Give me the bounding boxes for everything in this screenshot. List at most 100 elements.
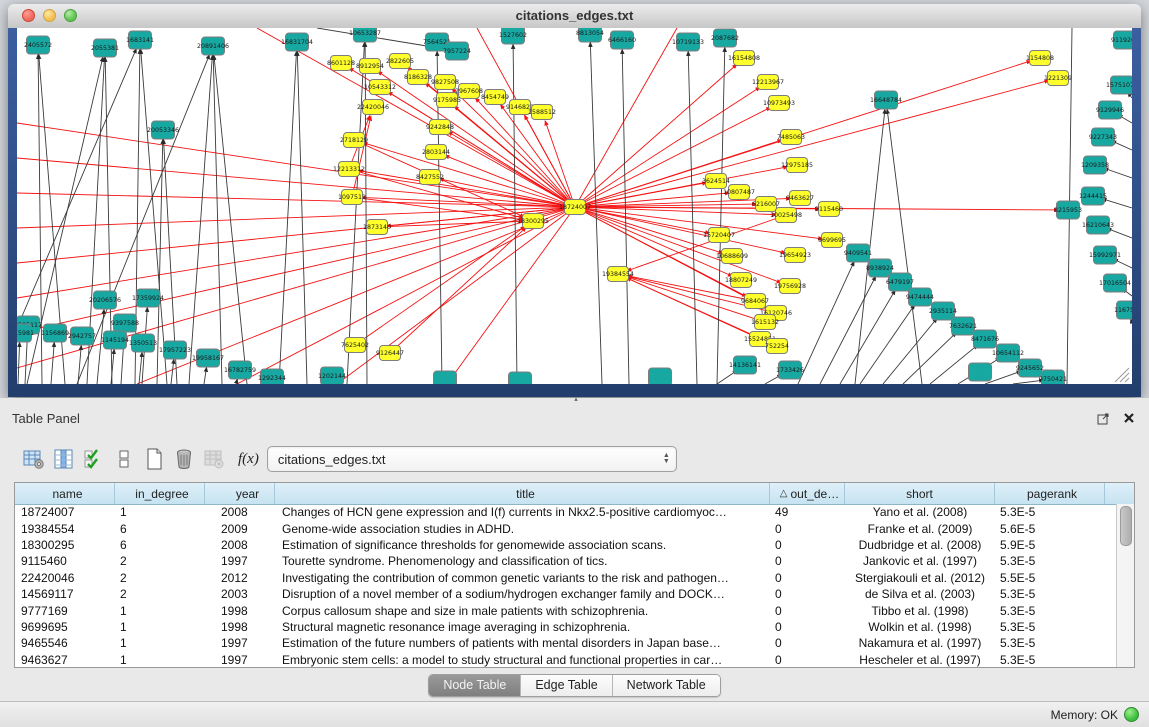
citation-edge-red[interactable] bbox=[447, 207, 575, 384]
graph-node[interactable]: 15720407 bbox=[703, 228, 735, 243]
window-titlebar[interactable]: citations_edges.txt bbox=[8, 4, 1141, 29]
table-row[interactable]: 946362711997Embryonic stem cells: a mode… bbox=[15, 652, 1117, 667]
graph-node[interactable]: 1683141 bbox=[126, 31, 154, 49]
graph-node[interactable]: 10653287 bbox=[349, 28, 381, 42]
graph-node[interactable]: 6466160 bbox=[608, 31, 636, 49]
graph-node[interactable]: 10719133 bbox=[672, 33, 704, 51]
graph-node[interactable]: 1292344 bbox=[258, 369, 286, 384]
citation-edge-red[interactable] bbox=[444, 155, 575, 207]
graph-node[interactable]: 9750421 bbox=[1039, 370, 1067, 384]
graph-node[interactable]: 19756928 bbox=[774, 279, 806, 294]
delete-rows-icon[interactable] bbox=[172, 447, 196, 471]
column-header-pagerank[interactable]: pagerank bbox=[995, 483, 1105, 504]
graph-node[interactable]: 9115460 bbox=[815, 202, 843, 217]
table-settings-icon[interactable] bbox=[22, 447, 46, 471]
graph-node[interactable]: 9699695 bbox=[818, 233, 846, 248]
vertical-scrollbar[interactable] bbox=[1116, 504, 1134, 667]
citation-edge-black[interactable] bbox=[139, 352, 142, 384]
close-panel-icon[interactable] bbox=[1121, 410, 1137, 426]
graph-node[interactable]: 15751074 bbox=[1106, 76, 1132, 94]
graph-node[interactable] bbox=[969, 363, 992, 381]
citation-edge-black[interactable] bbox=[17, 48, 137, 328]
citation-edge-black[interactable] bbox=[840, 290, 895, 384]
network-canvas[interactable]: 2405572205538116831412089140616831704106… bbox=[17, 28, 1132, 384]
graph-node[interactable]: 1097511 bbox=[338, 190, 366, 205]
graph-node[interactable]: 1527602 bbox=[499, 28, 527, 44]
column-header-short[interactable]: short bbox=[845, 483, 995, 504]
graph-node[interactable]: 752254 bbox=[765, 339, 789, 354]
graph-node[interactable]: 1209358 bbox=[1081, 156, 1109, 174]
graph-node[interactable] bbox=[509, 372, 532, 384]
citation-edge-red[interactable] bbox=[390, 227, 526, 353]
graph-node[interactable]: 20891406 bbox=[197, 37, 229, 55]
column-header-year[interactable]: year bbox=[205, 483, 275, 504]
graph-node[interactable]: 9126447 bbox=[376, 346, 404, 361]
graph-node[interactable]: 1221309 bbox=[1044, 71, 1072, 86]
citation-edge-red[interactable] bbox=[377, 221, 524, 227]
citation-edge-black[interactable] bbox=[860, 304, 915, 384]
graph-node[interactable]: 7625402 bbox=[341, 338, 369, 353]
graph-node[interactable]: 1873140 bbox=[363, 220, 391, 235]
graph-node[interactable]: 1202144 bbox=[318, 367, 346, 384]
graph-node[interactable]: 1156869 bbox=[41, 324, 69, 342]
graph-node[interactable]: 8471676 bbox=[971, 330, 999, 348]
citation-edge-black[interactable] bbox=[1106, 228, 1132, 238]
graph-node[interactable]: 19958167 bbox=[192, 349, 224, 367]
graph-node[interactable]: 16831704 bbox=[281, 33, 313, 51]
graph-node[interactable]: 20053346 bbox=[147, 121, 179, 139]
graph-node[interactable]: 9119264 bbox=[1111, 31, 1132, 49]
citation-edge-black[interactable] bbox=[1102, 199, 1132, 208]
graph-node[interactable]: 7957224 bbox=[443, 42, 471, 60]
citation-edge-black[interactable] bbox=[820, 276, 876, 384]
graph-node[interactable]: 9463627 bbox=[786, 191, 814, 206]
tab-node-table[interactable]: Node Table bbox=[429, 675, 521, 696]
graph-node[interactable]: 17957223 bbox=[159, 341, 191, 359]
graph-node[interactable]: 15992971 bbox=[1089, 246, 1121, 264]
citation-edge-black[interactable] bbox=[798, 261, 854, 384]
graph-node[interactable]: 2942757 bbox=[68, 327, 96, 345]
canvas-resize-grip[interactable] bbox=[1115, 368, 1129, 382]
graph-node[interactable]: 8813054 bbox=[576, 28, 604, 42]
graph-node[interactable] bbox=[434, 371, 457, 384]
table-row[interactable]: 1872400712008Changes of HCN gene express… bbox=[15, 504, 1117, 520]
graph-node[interactable]: 9397588 bbox=[111, 314, 139, 332]
graph-node[interactable]: 2718129 bbox=[340, 133, 368, 148]
citation-edge-black[interactable] bbox=[347, 42, 365, 384]
table-row[interactable]: 911546021997Tourette syndrome. Phenomeno… bbox=[15, 553, 1117, 569]
show-column-icon[interactable] bbox=[52, 447, 76, 471]
graph-node[interactable]: 1733426 bbox=[776, 361, 804, 379]
graph-node[interactable]: 9684067 bbox=[741, 294, 769, 309]
citation-edge-black[interactable] bbox=[1104, 168, 1133, 178]
citation-edge-red[interactable] bbox=[17, 207, 575, 333]
table-row[interactable]: 946554611997Estimation of the future num… bbox=[15, 635, 1117, 651]
citation-edge-black[interactable] bbox=[717, 47, 725, 384]
graph-node[interactable]: 10807487 bbox=[723, 185, 755, 200]
select-rows-icon[interactable] bbox=[82, 447, 106, 471]
function-builder-icon[interactable]: f(x) bbox=[238, 451, 259, 468]
column-header-out_de[interactable]: △out_de… bbox=[770, 483, 845, 504]
citation-edge-black[interactable] bbox=[18, 342, 20, 384]
table-row[interactable]: 2242004622012Investigating the contribut… bbox=[15, 570, 1117, 586]
graph-node[interactable]: 1615132 bbox=[751, 315, 779, 330]
graph-node[interactable]: 12213967 bbox=[752, 75, 784, 90]
graph-node[interactable]: 20206576 bbox=[89, 291, 121, 309]
table-row[interactable]: 969969511998Structural magnetic resonanc… bbox=[15, 619, 1117, 635]
citation-edge-black[interactable] bbox=[97, 309, 104, 384]
citation-edge-black[interactable] bbox=[204, 367, 207, 384]
graph-node[interactable]: 9409541 bbox=[844, 244, 872, 262]
column-header-title[interactable]: title bbox=[275, 483, 770, 504]
graph-node[interactable]: 1244415 bbox=[1079, 187, 1107, 205]
minimize-window-button[interactable] bbox=[43, 9, 56, 22]
float-panel-icon[interactable] bbox=[1095, 410, 1111, 426]
graph-node[interactable]: 1167533 bbox=[1114, 301, 1132, 319]
graph-node[interactable]: 8427552 bbox=[416, 170, 444, 185]
graph-node[interactable]: 9242848 bbox=[426, 120, 454, 135]
graph-node[interactable]: 10688609 bbox=[716, 249, 748, 264]
zoom-window-button[interactable] bbox=[64, 9, 77, 22]
citation-edge-red[interactable] bbox=[448, 132, 575, 207]
graph-node[interactable]: 16210643 bbox=[1082, 216, 1114, 234]
graph-node[interactable]: 19654923 bbox=[779, 248, 811, 263]
table-row[interactable]: 1830029562008Estimation of significance … bbox=[15, 537, 1117, 553]
citation-edge-black[interactable] bbox=[513, 44, 517, 384]
citation-edge-red[interactable] bbox=[237, 207, 575, 384]
